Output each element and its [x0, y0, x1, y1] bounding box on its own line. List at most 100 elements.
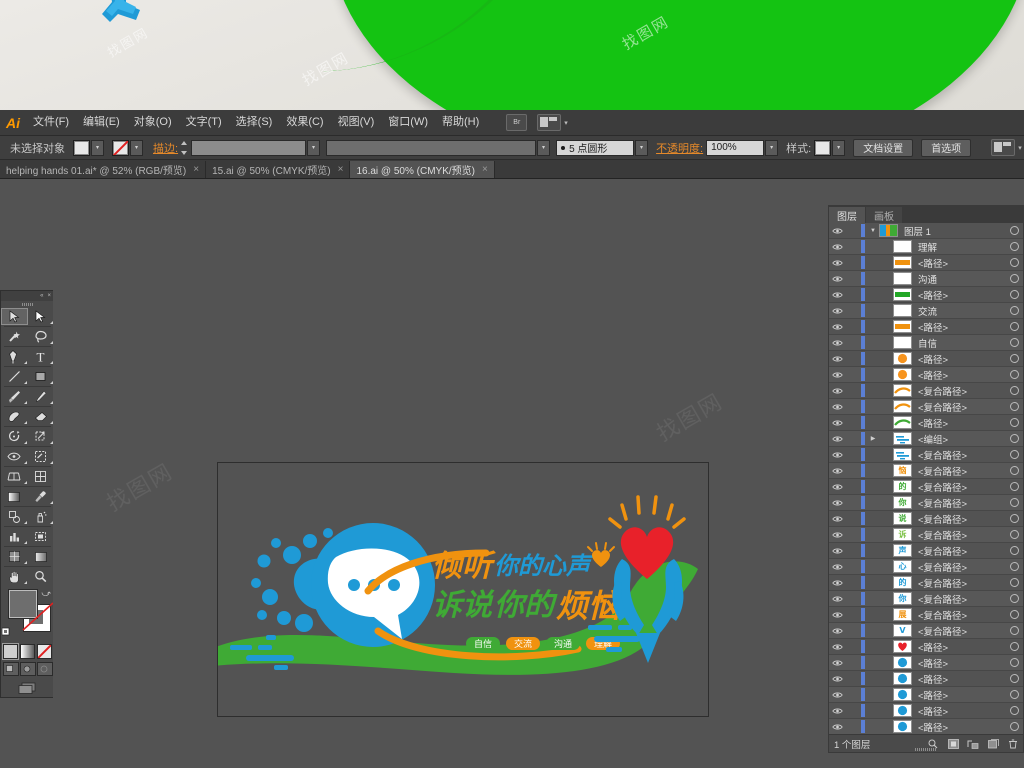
visibility-eye-icon[interactable]: [829, 291, 846, 299]
layer-thumbnail[interactable]: [893, 688, 912, 701]
eraser-tool[interactable]: [28, 408, 55, 425]
type-tool[interactable]: T: [28, 348, 55, 365]
layer-row[interactable]: 你 <复合路径>: [829, 591, 1023, 607]
tools-panel-grip[interactable]: [1, 301, 54, 308]
delete-layer-icon[interactable]: [1003, 739, 1023, 749]
layer-name[interactable]: 图层 1: [904, 224, 1005, 238]
menu-object[interactable]: 对象(O): [127, 110, 179, 135]
chevron-right-icon[interactable]: ▶: [867, 435, 879, 442]
layer-name[interactable]: <路径>: [918, 656, 1005, 670]
layer-name[interactable]: <复合路径>: [918, 512, 1005, 526]
target-indicator[interactable]: [1005, 722, 1023, 731]
chevron-down-icon[interactable]: ▼: [867, 228, 879, 234]
menu-file[interactable]: 文件(F): [26, 110, 76, 135]
draw-inside-button[interactable]: [36, 662, 53, 676]
target-indicator[interactable]: [1005, 562, 1023, 571]
layer-thumbnail[interactable]: 展: [893, 608, 912, 621]
chevron-down-icon[interactable]: ▾: [765, 139, 779, 156]
preferences-button[interactable]: 首选项: [921, 138, 972, 157]
width-tool[interactable]: [1, 448, 28, 465]
menu-type[interactable]: 文字(T): [179, 110, 229, 135]
target-indicator[interactable]: [1005, 594, 1023, 603]
chevron-down-icon[interactable]: ▾: [635, 139, 649, 156]
visibility-eye-icon[interactable]: [829, 691, 846, 699]
target-indicator[interactable]: [1005, 450, 1023, 459]
layer-name[interactable]: 交流: [918, 304, 1005, 318]
layer-name[interactable]: <复合路径>: [918, 576, 1005, 590]
layer-name[interactable]: <复合路径>: [918, 544, 1005, 558]
layer-thumbnail[interactable]: [879, 224, 898, 237]
visibility-eye-icon[interactable]: [829, 387, 846, 395]
target-indicator[interactable]: [1005, 514, 1023, 523]
visibility-eye-icon[interactable]: [829, 659, 846, 667]
symbol-sprayer-tool[interactable]: [28, 508, 55, 525]
layer-thumbnail[interactable]: 的: [893, 576, 912, 589]
visibility-eye-icon[interactable]: [829, 547, 846, 555]
layer-thumbnail[interactable]: 恼: [893, 464, 912, 477]
visibility-eye-icon[interactable]: [829, 611, 846, 619]
layer-name[interactable]: 自信: [918, 336, 1005, 350]
target-indicator[interactable]: [1005, 530, 1023, 539]
chevron-down-icon[interactable]: ▾: [832, 139, 846, 156]
layer-thumbnail[interactable]: [893, 272, 912, 285]
stroke-profile-dropdown[interactable]: ▾: [326, 139, 551, 156]
target-indicator[interactable]: [1005, 482, 1023, 491]
layer-thumbnail[interactable]: [893, 384, 912, 397]
stroke-swatch-none[interactable]: [112, 139, 129, 156]
none-fill-mode-button[interactable]: [37, 644, 52, 659]
new-layer-icon[interactable]: [983, 738, 1003, 749]
target-indicator[interactable]: [1005, 386, 1023, 395]
scale-tool[interactable]: [28, 428, 55, 445]
layer-row[interactable]: ▶ <编组>: [829, 431, 1023, 447]
layer-name[interactable]: <路径>: [918, 288, 1005, 302]
layer-thumbnail[interactable]: [893, 304, 912, 317]
create-sublayer-icon[interactable]: [963, 739, 983, 749]
layer-row[interactable]: <路径>: [829, 351, 1023, 367]
layer-name[interactable]: <复合路径>: [918, 624, 1005, 638]
layer-thumbnail[interactable]: [893, 288, 912, 301]
layer-thumbnail[interactable]: [893, 336, 912, 349]
visibility-eye-icon[interactable]: [829, 403, 846, 411]
layer-thumbnail[interactable]: V: [893, 624, 912, 637]
target-indicator[interactable]: [1005, 706, 1023, 715]
target-indicator[interactable]: [1005, 578, 1023, 587]
target-indicator[interactable]: [1005, 322, 1023, 331]
layer-row[interactable]: 声 <复合路径>: [829, 543, 1023, 559]
document-setup-button[interactable]: 文档设置: [853, 138, 914, 157]
layer-row[interactable]: 心 <复合路径>: [829, 559, 1023, 575]
visibility-eye-icon[interactable]: [829, 563, 846, 571]
opacity-value[interactable]: 100%: [706, 139, 765, 156]
fill-color-dropdown[interactable]: ▾: [73, 139, 104, 156]
layer-thumbnail[interactable]: [893, 448, 912, 461]
pen-tool[interactable]: [1, 348, 28, 365]
chevron-down-icon[interactable]: ▾: [91, 139, 104, 156]
layer-thumbnail[interactable]: [893, 656, 912, 669]
layer-row[interactable]: 说 <复合路径>: [829, 511, 1023, 527]
stroke-color-dropdown[interactable]: ▾: [112, 139, 143, 156]
layer-name[interactable]: <路径>: [918, 688, 1005, 702]
layer-thumbnail[interactable]: [893, 416, 912, 429]
visibility-eye-icon[interactable]: [829, 467, 846, 475]
visibility-eye-icon[interactable]: [829, 275, 846, 283]
visibility-eye-icon[interactable]: [829, 723, 846, 731]
layer-thumbnail[interactable]: [893, 352, 912, 365]
layer-row[interactable]: <复合路径>: [829, 399, 1023, 415]
layer-name[interactable]: <复合路径>: [918, 480, 1005, 494]
draw-normal-button[interactable]: [2, 662, 19, 676]
target-indicator[interactable]: [1005, 546, 1023, 555]
target-indicator[interactable]: [1005, 226, 1023, 235]
go-to-bridge-button[interactable]: Br: [506, 114, 528, 131]
layer-name[interactable]: <复合路径>: [918, 560, 1005, 574]
layer-row[interactable]: ▼ 图层 1: [829, 223, 1023, 239]
gradient-tool[interactable]: [1, 488, 28, 505]
visibility-eye-icon[interactable]: [829, 675, 846, 683]
layer-thumbnail[interactable]: 你: [893, 496, 912, 509]
eyedropper-tool[interactable]: [28, 488, 55, 505]
target-indicator[interactable]: [1005, 610, 1023, 619]
document-tab-16[interactable]: 16.ai @ 50% (CMYK/预览) ×: [350, 161, 495, 178]
chevron-down-icon[interactable]: ▾: [564, 119, 568, 127]
layer-row[interactable]: 自信: [829, 335, 1023, 351]
artboard-tool[interactable]: [28, 528, 55, 545]
target-indicator[interactable]: [1005, 338, 1023, 347]
layer-thumbnail[interactable]: [893, 400, 912, 413]
